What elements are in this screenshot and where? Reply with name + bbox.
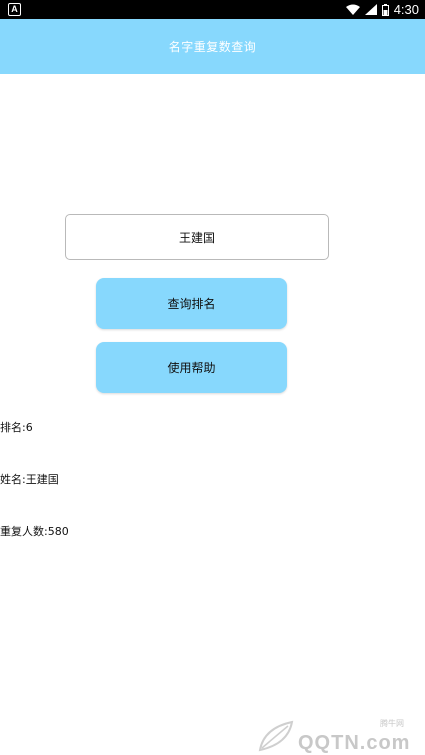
battery-icon [381, 3, 389, 16]
status-bar: A 4:30 [0, 0, 425, 19]
name-input[interactable] [65, 214, 329, 260]
query-rank-button[interactable]: 查询排名 [96, 278, 287, 329]
query-rank-label: 查询排名 [167, 297, 216, 311]
usage-help-button[interactable]: 使用帮助 [96, 342, 287, 393]
app-title: 名字重复数查询 [168, 40, 257, 54]
result-name: 姓名:王建国 [0, 473, 59, 486]
app-bar: 名字重复数查询 [0, 19, 425, 74]
result-duplicate-count: 重复人数:580 [0, 525, 69, 538]
cell-signal-icon [364, 4, 377, 15]
usage-help-label: 使用帮助 [167, 361, 216, 375]
watermark-sub: 腾牛网 [380, 719, 404, 728]
status-time: 4:30 [393, 2, 419, 17]
result-rank: 排名:6 [0, 421, 33, 434]
leaf-logo-icon [258, 720, 294, 752]
status-right-group: 4:30 [345, 0, 419, 19]
notification-a-icon: A [8, 3, 21, 16]
wifi-icon [345, 4, 360, 15]
watermark-logo: 腾牛网 QQTN.com [258, 714, 418, 754]
watermark-text: QQTN.com [298, 732, 411, 754]
